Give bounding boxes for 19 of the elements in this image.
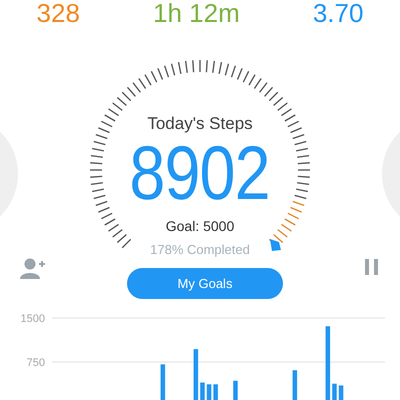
steps-title: Today's Steps [147,114,253,134]
chart-bar [206,384,212,400]
chart-bar [233,380,238,400]
stat-value: 1h 12m [153,0,240,26]
gauge-marker-icon [270,238,281,251]
add-person-icon[interactable] [20,258,46,280]
chart-bar [160,364,166,400]
chart-bar [292,370,298,400]
pause-icon[interactable] [364,258,380,276]
step-count: 8902 [130,134,270,214]
goal-label: Goal: 5000 [166,218,234,234]
my-goals-button[interactable]: My Goals [127,268,283,299]
stat-value: 3.70 [312,0,364,26]
axis-label: 750 [26,357,45,369]
chart-bar [338,385,344,400]
axis-label: 1500 [20,313,45,325]
stat-value: 328 [36,0,80,26]
chart-bar [213,384,218,400]
completion-label: 178% Completed [150,242,250,257]
